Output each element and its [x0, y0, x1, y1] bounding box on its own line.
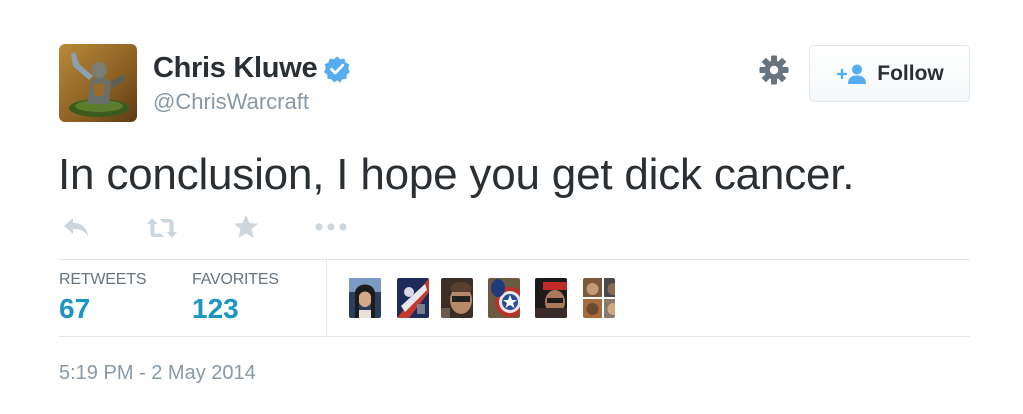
favorites-count: 123 — [192, 293, 239, 324]
retweets-label: RETWEETS — [59, 271, 147, 288]
favoriter-avatar[interactable] — [583, 278, 615, 318]
favoriter-avatar[interactable] — [397, 278, 429, 318]
star-icon[interactable] — [233, 214, 259, 239]
favoriter-avatar[interactable] — [535, 278, 567, 318]
favoriter-avatar[interactable] — [441, 278, 473, 318]
add-user-icon — [837, 64, 867, 84]
tweet-text: In conclusion, I hope you get dick cance… — [58, 150, 855, 199]
user-fullname[interactable]: Chris Kluwe — [153, 52, 318, 85]
avatar[interactable] — [59, 44, 137, 122]
favoriter-avatar[interactable] — [349, 278, 381, 318]
retweet-icon[interactable] — [146, 217, 178, 239]
ellipsis-icon[interactable] — [314, 222, 348, 232]
user-handle[interactable]: @ChrisWarcraft — [153, 89, 309, 115]
favorites-label: FAVORITES — [192, 271, 279, 288]
favorites-stat[interactable]: FAVORITES 123 — [192, 271, 279, 325]
gear-icon[interactable] — [758, 54, 790, 86]
follow-button[interactable]: Follow — [809, 45, 970, 102]
favoriter-avatar[interactable] — [488, 278, 520, 318]
retweets-stat[interactable]: RETWEETS 67 — [59, 271, 146, 325]
retweets-count: 67 — [59, 293, 91, 324]
tweet-timestamp[interactable]: 5:19 PM - 2 May 2014 — [59, 362, 256, 385]
stats-separator — [326, 260, 327, 336]
verified-badge-icon — [324, 56, 351, 83]
divider-top — [59, 259, 970, 260]
reply-icon[interactable] — [63, 216, 89, 238]
user-name-row[interactable]: Chris Kluwe — [153, 52, 351, 85]
divider-bottom — [59, 336, 970, 337]
follow-label: Follow — [877, 61, 944, 85]
